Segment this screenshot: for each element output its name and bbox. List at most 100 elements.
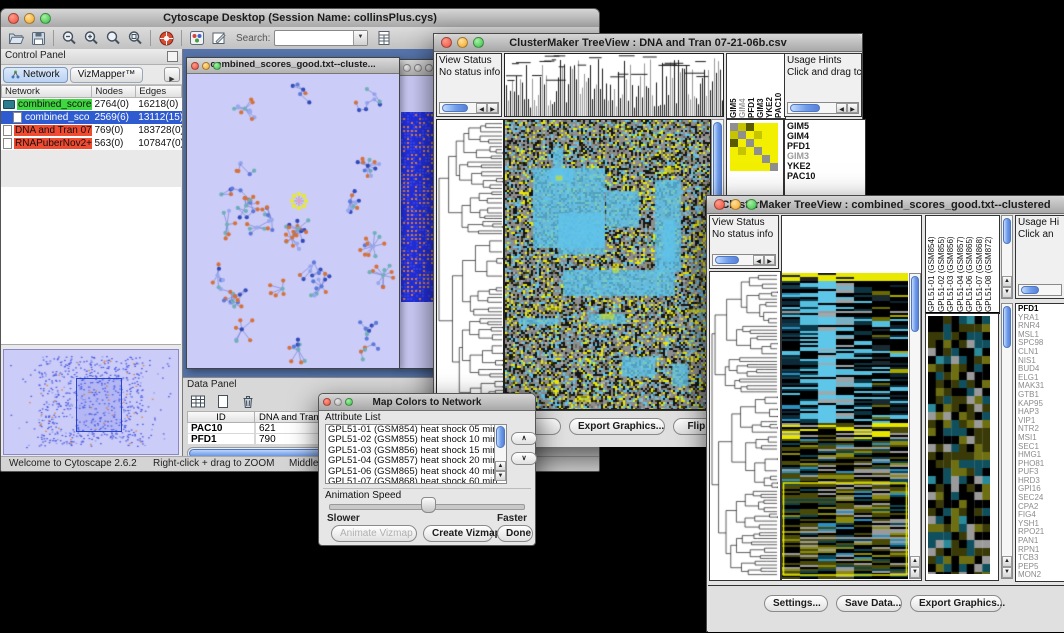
close-button[interactable] xyxy=(714,199,725,210)
main-titlebar[interactable]: Cytoscape Desktop (Session Name: collins… xyxy=(1,9,599,28)
minimize-button[interactable] xyxy=(24,13,35,24)
matrix-cell[interactable] xyxy=(770,155,778,163)
network-overview-panel[interactable] xyxy=(3,349,179,455)
scroll-up-icon[interactable] xyxy=(910,556,920,567)
column-label[interactable]: GIM3 xyxy=(756,54,765,118)
usage-hints-hscrollbar[interactable] xyxy=(1018,284,1062,296)
matrix-cell[interactable] xyxy=(738,131,746,139)
network-table-row[interactable]: combined_scores2764(0)16218(0) xyxy=(1,98,182,111)
gene-label[interactable]: GIM4 xyxy=(787,131,865,141)
overview-viewport-rect[interactable] xyxy=(76,378,122,432)
matrix-cell[interactable] xyxy=(746,131,754,139)
open-file-icon[interactable] xyxy=(6,29,26,47)
matrix-cell[interactable] xyxy=(770,123,778,131)
matrix-cell[interactable] xyxy=(730,163,738,171)
network-view-window[interactable]: combined_scores_good.txt--cluste... xyxy=(186,57,400,369)
attribute-browser-icon[interactable] xyxy=(374,29,394,47)
matrix-cell[interactable] xyxy=(738,147,746,155)
matrix-cell[interactable] xyxy=(754,139,762,147)
minimize-button[interactable] xyxy=(414,64,422,72)
array-column-label[interactable]: GPL51-06 (GSM865) xyxy=(965,216,975,312)
gene-label[interactable]: PAC10 xyxy=(787,171,865,181)
matrix-cell[interactable] xyxy=(730,123,738,131)
array-column-label[interactable]: GPL51-02 (GSM855) xyxy=(937,216,947,312)
matrix-cell[interactable] xyxy=(754,163,762,171)
float-panel-icon[interactable] xyxy=(167,51,178,62)
treeview2-genes-vscrollbar[interactable] xyxy=(1001,303,1013,579)
select-attributes-icon[interactable] xyxy=(188,392,208,410)
scroll-right-icon[interactable] xyxy=(764,255,775,265)
usage-hints-hscrollbar[interactable] xyxy=(787,102,859,114)
gene-label[interactable]: GIM3 xyxy=(787,151,865,161)
tabs-overflow-button[interactable] xyxy=(164,67,180,82)
zoom-fit-icon[interactable] xyxy=(125,29,145,47)
zoom-in-icon[interactable] xyxy=(81,29,101,47)
zoom-button[interactable] xyxy=(213,62,221,70)
zoom-selected-icon[interactable] xyxy=(103,29,123,47)
network-table-row[interactable]: combined_sco2569(6)13112(15) xyxy=(1,111,182,124)
attribute-list-vscrollbar[interactable] xyxy=(494,425,506,481)
gene-label[interactable]: YKE2 xyxy=(787,161,865,171)
zoom-button[interactable] xyxy=(473,37,484,48)
treeview2-heatmap[interactable] xyxy=(782,273,908,579)
zoom-out-icon[interactable] xyxy=(59,29,79,47)
matrix-cell[interactable] xyxy=(770,139,778,147)
close-button[interactable] xyxy=(8,13,19,24)
zoom-heatmap-matrix[interactable] xyxy=(730,123,778,171)
scroll-up-icon[interactable] xyxy=(495,461,506,471)
gene-label[interactable]: MON2 xyxy=(1018,571,1064,580)
gene-label[interactable]: GIM5 xyxy=(787,121,865,131)
animate-vizmap-button[interactable]: Animate Vizmap xyxy=(331,525,417,542)
matrix-cell[interactable] xyxy=(738,123,746,131)
slider-thumb[interactable] xyxy=(421,497,436,513)
zoom-button[interactable] xyxy=(40,13,51,24)
minimize-button[interactable] xyxy=(730,199,741,210)
scroll-up-icon[interactable] xyxy=(1002,556,1012,567)
annotation-icon[interactable] xyxy=(209,29,229,47)
dense-network-grid-canvas[interactable] xyxy=(401,112,437,302)
network-view-titlebar[interactable]: combined_scores_good.txt--cluste... xyxy=(187,58,399,74)
dialog-titlebar[interactable]: Map Colors to Network xyxy=(319,394,535,411)
matrix-cell[interactable] xyxy=(746,163,754,171)
treeview1-heatmap[interactable] xyxy=(504,119,711,410)
scrollbar-thumb[interactable] xyxy=(1021,286,1039,294)
column-label[interactable]: GIM5 xyxy=(729,54,738,118)
matrix-cell[interactable] xyxy=(770,147,778,155)
matrix-cell[interactable] xyxy=(754,131,762,139)
treeview2-heatmap-vscrollbar[interactable] xyxy=(909,273,921,579)
column-label[interactable]: PAC10 xyxy=(774,54,783,118)
close-button[interactable] xyxy=(403,64,411,72)
attribute-list[interactable]: GPL51-01 (GSM854) heat shock 05 minGPL51… xyxy=(325,424,507,484)
export-graphics-button[interactable]: Export Graphics... xyxy=(569,418,665,435)
scrollbar-thumb[interactable] xyxy=(715,256,739,264)
matrix-cell[interactable] xyxy=(738,163,746,171)
col-header-nodes[interactable]: Nodes xyxy=(92,85,136,98)
zoom-button[interactable] xyxy=(746,199,757,210)
matrix-cell[interactable] xyxy=(754,147,762,155)
network-table-row[interactable]: RNAPuberNov2+563(0)107847(0) xyxy=(1,137,182,150)
scroll-left-icon[interactable] xyxy=(836,103,847,113)
scroll-up-icon[interactable] xyxy=(1002,276,1012,287)
gene-label[interactable]: PFD1 xyxy=(787,141,865,151)
column-label[interactable]: GIM4 xyxy=(738,54,747,118)
network-table-row[interactable]: DNA and Tran 07769(0)183728(0) xyxy=(1,124,182,137)
treeview1-row-dendrogram[interactable] xyxy=(436,119,504,410)
scrollbar-thumb[interactable] xyxy=(1003,306,1011,348)
scroll-left-icon[interactable] xyxy=(753,255,764,265)
scroll-left-icon[interactable] xyxy=(476,103,487,113)
matrix-cell[interactable] xyxy=(746,123,754,131)
scroll-down-icon[interactable] xyxy=(1002,287,1012,298)
scrollbar-thumb[interactable] xyxy=(911,276,919,332)
minimize-button[interactable] xyxy=(334,398,342,406)
close-button[interactable] xyxy=(191,62,199,70)
matrix-cell[interactable] xyxy=(730,155,738,163)
matrix-cell[interactable] xyxy=(754,155,762,163)
export-graphics-button[interactable]: Export Graphics... xyxy=(910,595,1002,612)
create-attribute-icon[interactable] xyxy=(213,392,233,410)
matrix-cell[interactable] xyxy=(754,123,762,131)
array-column-label[interactable]: GPL51-01 (GSM854) xyxy=(927,216,937,312)
matrix-cell[interactable] xyxy=(730,139,738,147)
col-header-network[interactable]: Network xyxy=(1,85,92,98)
close-button[interactable] xyxy=(323,398,331,406)
matrix-cell[interactable] xyxy=(762,123,770,131)
